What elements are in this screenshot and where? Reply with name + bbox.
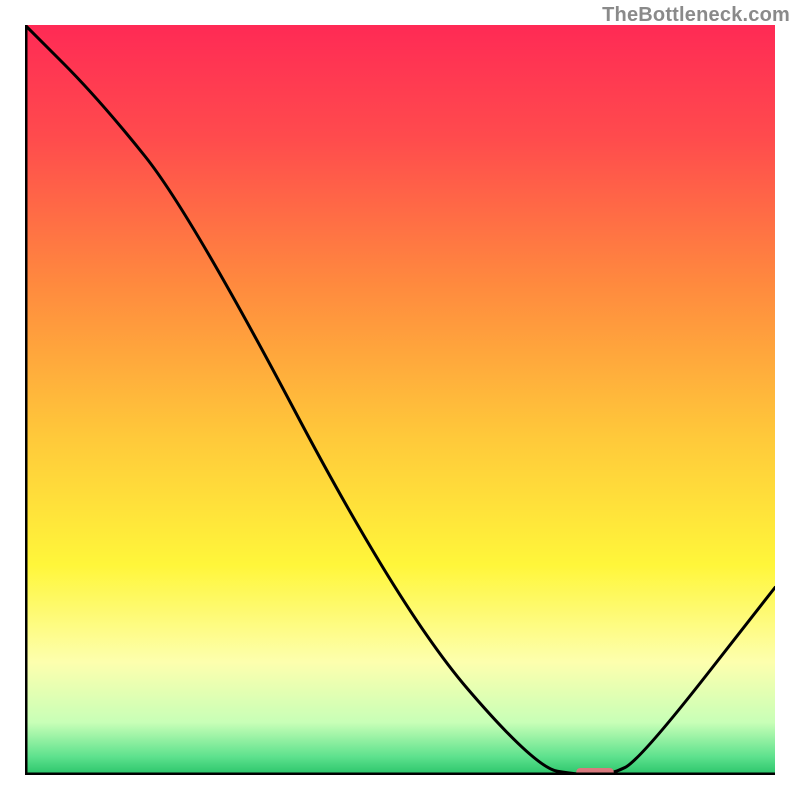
chart-background-gradient bbox=[25, 25, 775, 775]
bottleneck-chart bbox=[25, 25, 775, 775]
chart-svg bbox=[25, 25, 775, 775]
watermark-text: TheBottleneck.com bbox=[602, 4, 790, 27]
